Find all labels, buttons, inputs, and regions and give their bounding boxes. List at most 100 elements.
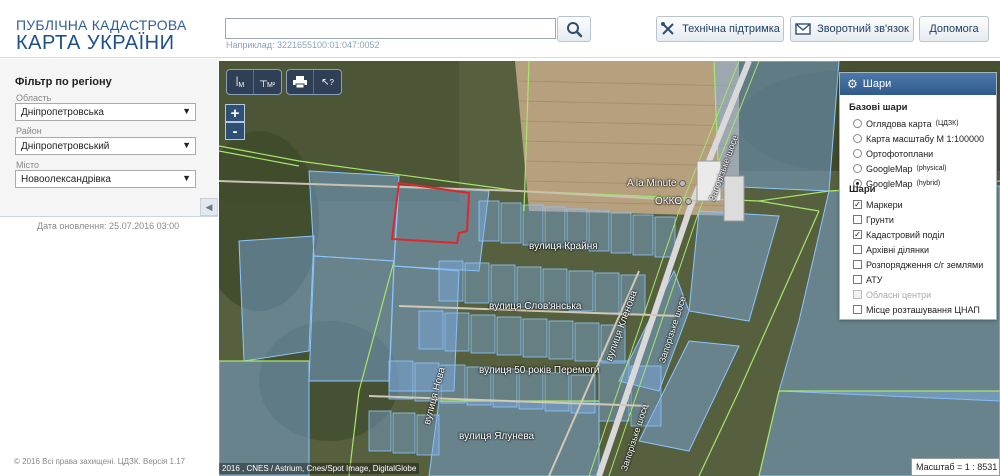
base-layer-sup: (hybrid): [916, 180, 941, 187]
checkbox[interactable]: [853, 245, 862, 254]
layers-panel-header[interactable]: ⚙ Шари: [840, 73, 996, 95]
overlay-layer-option[interactable]: Архівні ділянки: [853, 243, 929, 256]
checkbox[interactable]: [853, 215, 862, 224]
support-button-label: Технічна підтримка: [682, 23, 780, 35]
support-button[interactable]: Технічна підтримка: [656, 16, 784, 42]
overlay-layer-option[interactable]: ✓ Маркери: [853, 198, 903, 211]
dropdown-arrow-icon: ▼: [182, 173, 191, 183]
identify-button[interactable]: ↖?: [314, 70, 341, 94]
base-layer-option[interactable]: GoogleMap (physical): [853, 162, 946, 175]
poi-marker-icon: [679, 180, 687, 187]
checkbox[interactable]: [853, 305, 862, 314]
help-button-label: Допомога: [929, 23, 979, 35]
checkbox[interactable]: [853, 260, 862, 269]
filter-title: Фільтр по регіону: [15, 76, 112, 88]
district-select[interactable]: Дніпропетровський ▼: [15, 137, 196, 155]
poi-marker-icon: [685, 198, 693, 205]
zoom-in-button[interactable]: +: [225, 104, 245, 122]
base-layer-label: Оглядова карта: [866, 118, 932, 129]
overlay-layer-label: Маркери: [866, 199, 903, 210]
city-label: Місто: [16, 160, 40, 170]
measure-area-button[interactable]: ┬М²: [254, 70, 281, 94]
help-button[interactable]: Допомога: [919, 16, 989, 42]
city-select-value: Новоолександрівка: [21, 174, 111, 185]
minus-icon: -: [232, 122, 238, 140]
plus-icon: +: [230, 104, 240, 122]
measure-toolbar: |М ┬М²: [226, 69, 282, 95]
search-button[interactable]: [557, 16, 591, 42]
street-label: вулиця Слов'янська: [489, 301, 582, 312]
base-layers-title: Базові шари: [849, 102, 908, 113]
district-label: Район: [16, 126, 42, 136]
base-layer-option[interactable]: Карта масштабу М 1:100000: [853, 132, 984, 145]
dropdown-arrow-icon: ▼: [182, 140, 191, 150]
print-toolbar: ↖?: [286, 69, 342, 95]
overlay-layer-option[interactable]: ✓ Кадастровий поділ: [853, 228, 945, 241]
header: ПУБЛІЧНА КАДАСТРОВА КАРТА УКРАЇНИ Наприк…: [0, 0, 1000, 58]
gear-icon: ⚙: [847, 77, 858, 91]
layers-panel: ⚙ Шари Базові шари Оглядова карта (ЦДЗК) К…: [839, 72, 997, 320]
radio-button[interactable]: [853, 134, 862, 143]
checkbox[interactable]: [853, 275, 862, 284]
overlay-layer-label: Грунти: [866, 214, 894, 225]
overlay-layer-option[interactable]: Грунти: [853, 213, 894, 226]
feedback-button[interactable]: Зворотний зв'язок: [790, 16, 914, 42]
layers-title: Шари: [862, 78, 892, 90]
base-layer-option[interactable]: Ортофотоплани: [853, 147, 933, 160]
feedback-button-label: Зворотний зв'язок: [817, 23, 909, 35]
area-icon: ┬М²: [259, 75, 276, 89]
measure-distance-button[interactable]: |М: [227, 70, 254, 94]
printer-icon: [293, 76, 307, 88]
overlay-layers-title: Шари: [849, 184, 876, 195]
region-select-value: Дніпропетровська: [21, 107, 104, 118]
tools-icon: [661, 22, 674, 35]
radio-button[interactable]: [853, 164, 862, 173]
checkbox[interactable]: ✓: [853, 230, 862, 239]
poi-okko[interactable]: ОККО: [655, 196, 693, 207]
zoom-out-button[interactable]: -: [225, 122, 245, 140]
cursor-help-icon: ↖?: [321, 76, 334, 88]
overlay-layer-label: Обласні центри: [866, 289, 932, 300]
overlay-layer-label: Розпорядження с/г землями: [866, 259, 984, 270]
district-select-value: Дніпропетровський: [21, 141, 110, 152]
city-select[interactable]: Новоолександрівка ▼: [15, 170, 196, 188]
search-hint: Наприклад: 3221655100:01:047:0052: [226, 40, 380, 50]
checkbox: [853, 290, 862, 299]
chevron-left-icon: ◀: [205, 201, 213, 212]
overlay-layer-option[interactable]: Місце розташування ЦНАП: [853, 303, 980, 316]
radio-button[interactable]: [853, 119, 862, 128]
map-attribution: 2016 , CNES / Astrium, Cnes/Spot Image, …: [219, 463, 420, 474]
logo-line2: КАРТА УКРАЇНИ: [16, 32, 175, 54]
base-layer-label: Ортофотоплани: [866, 148, 934, 159]
envelope-icon: [795, 23, 811, 35]
dropdown-arrow-icon: ▼: [182, 106, 191, 116]
print-button[interactable]: [287, 70, 314, 94]
base-layer-label: Карта масштабу М 1:100000: [866, 133, 985, 144]
region-label: Область: [16, 93, 52, 103]
checkbox[interactable]: ✓: [853, 200, 862, 209]
collapse-sidebar-button[interactable]: ◀: [200, 198, 218, 216]
update-date: Дата оновлення: 25.07.2016 03:00: [37, 221, 180, 231]
street-label: вулиця Крайня: [529, 241, 598, 252]
street-label: вулиця 50 років Перемоги: [479, 365, 600, 376]
base-layer-sup: (ЦДЗК): [935, 120, 959, 127]
search-input[interactable]: [225, 18, 556, 39]
overlay-layer-option[interactable]: АТУ: [853, 273, 883, 286]
sidebar: Фільтр по регіону Область Дніпропетровсь…: [0, 59, 218, 476]
logo-line1: ПУБЛІЧНА КАДАСТРОВА: [16, 17, 187, 33]
base-layer-sup: (physical): [916, 165, 947, 172]
street-label: вулиця Ялунева: [459, 431, 535, 442]
poi-a-la-minute[interactable]: A la Minute: [627, 178, 687, 189]
region-select[interactable]: Дніпропетровська ▼: [15, 103, 196, 121]
overlay-layer-option[interactable]: Розпорядження с/г землями: [853, 258, 983, 271]
base-layer-option[interactable]: Оглядова карта (ЦДЗК): [853, 117, 959, 130]
region-filter-panel: Фільтр по регіону Область Дніпропетровсь…: [0, 59, 218, 217]
copyright: © 2016 Всі права захищені. ЦДЗК. Версія …: [14, 457, 186, 466]
overlay-layer-label: Архівні ділянки: [866, 244, 929, 255]
overlay-layer-option: Обласні центри: [853, 288, 931, 301]
overlay-layer-label: АТУ: [866, 274, 883, 285]
overlay-layer-label: Місце розташування ЦНАП: [866, 304, 980, 315]
search-icon: [567, 22, 583, 38]
map-view[interactable]: A la Minute ОККО вулиця Крайня вулиця Сл…: [219, 61, 1000, 476]
radio-button[interactable]: [853, 149, 862, 158]
